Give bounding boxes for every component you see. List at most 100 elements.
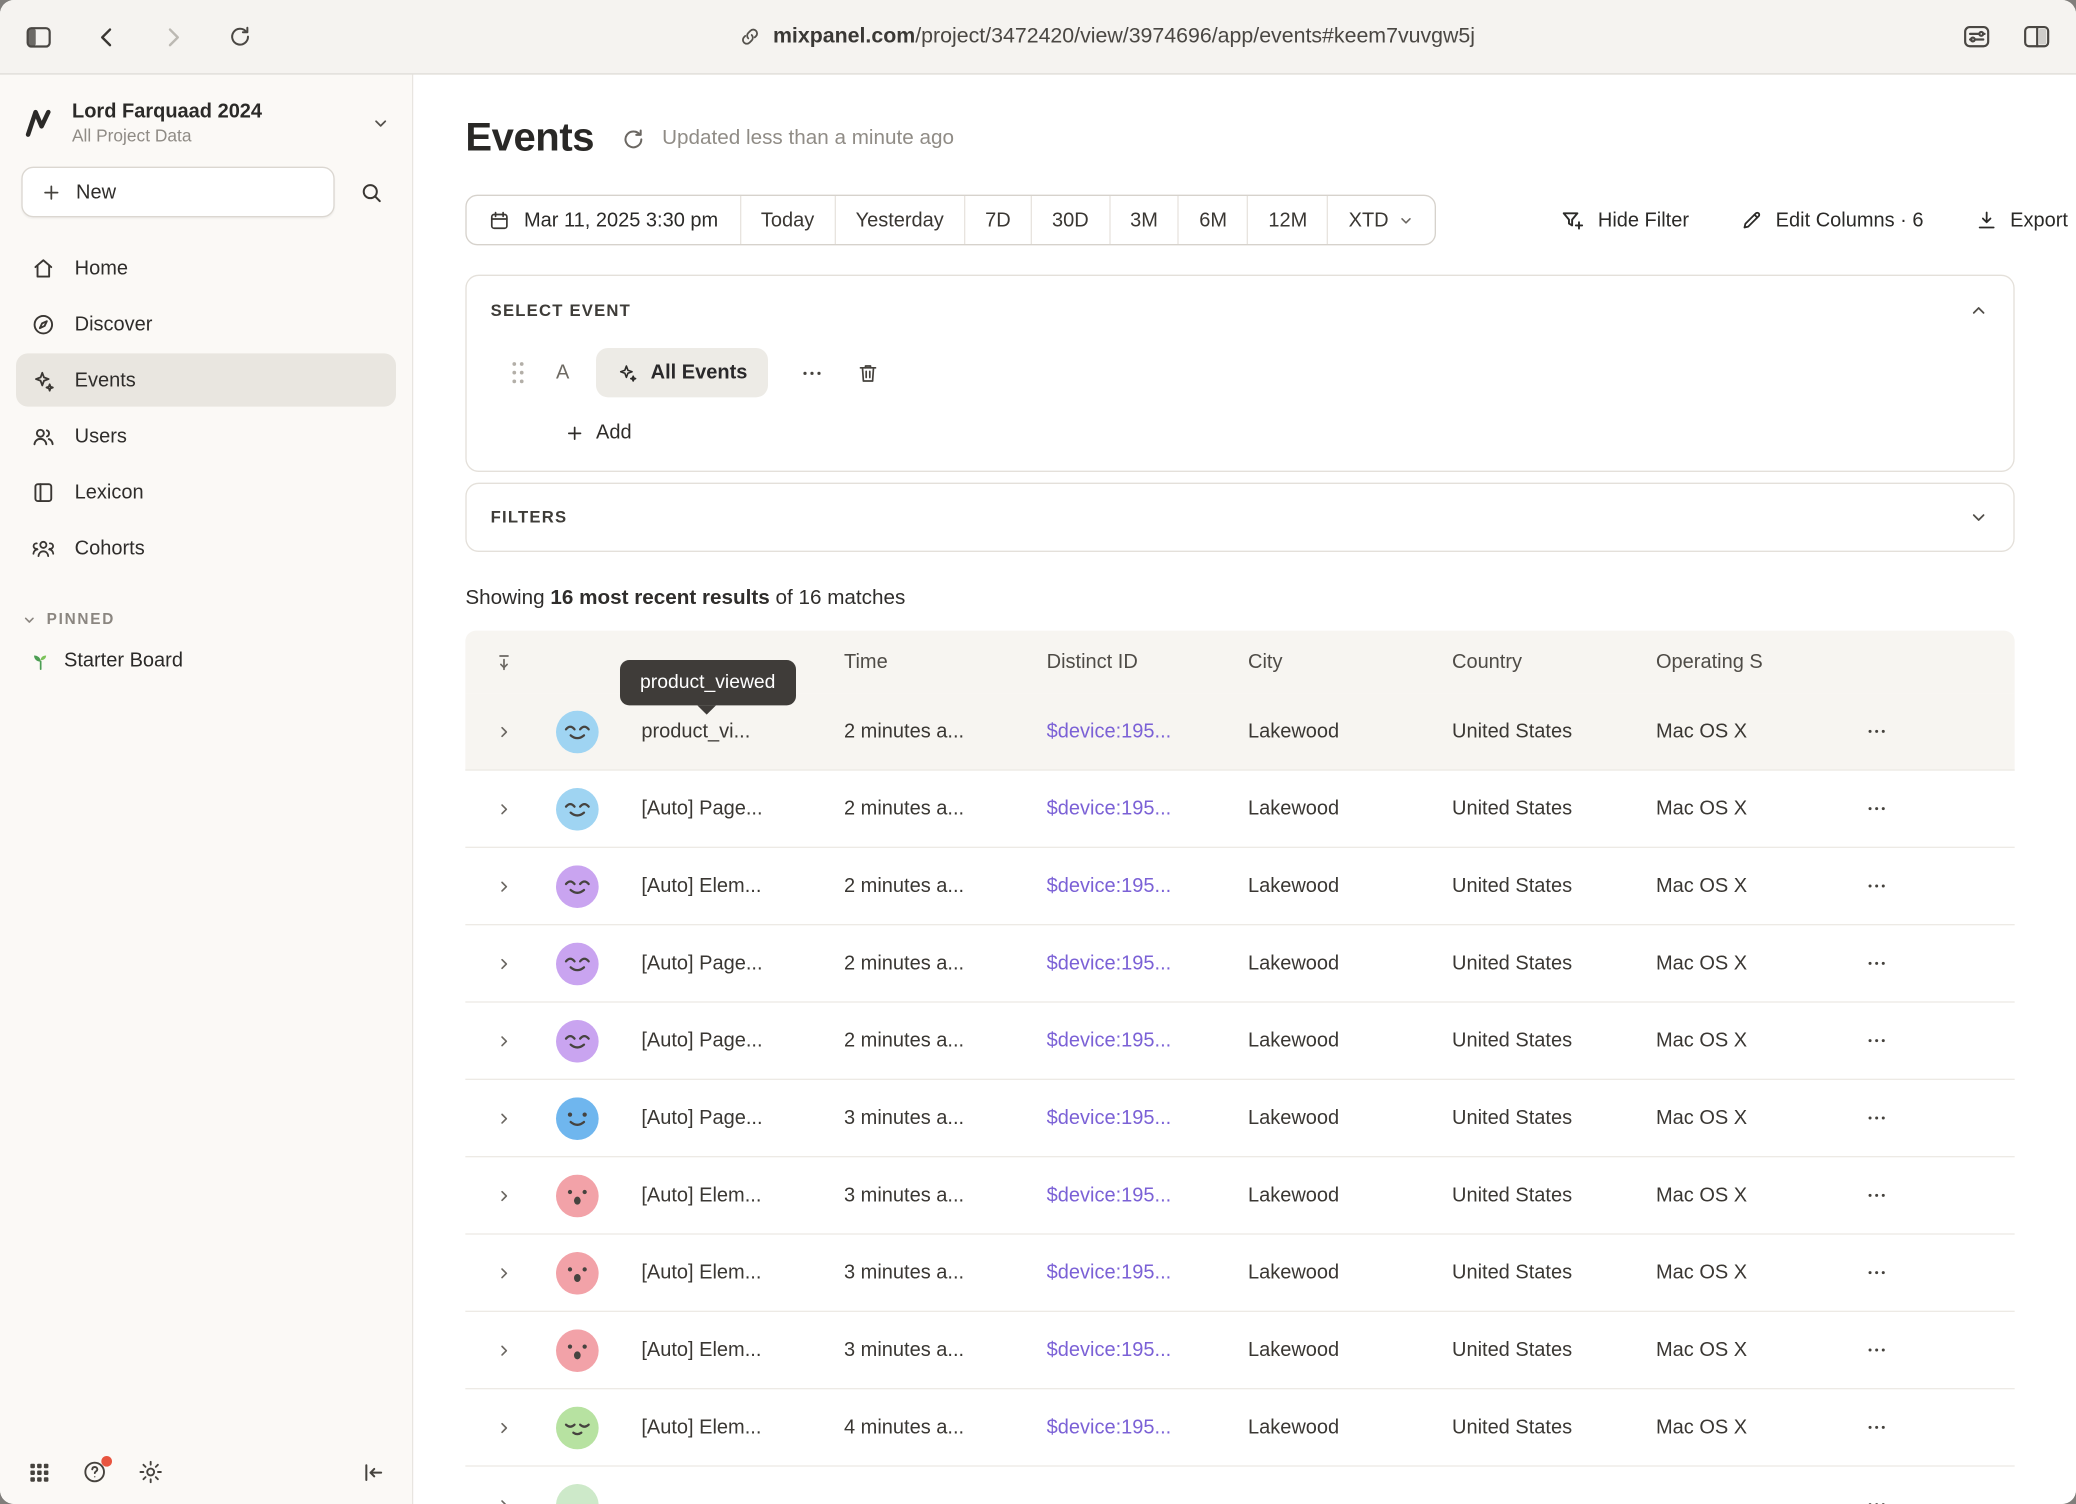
row-expand-chevron-icon[interactable]: [495, 1495, 514, 1504]
project-subtitle: All Project Data: [72, 125, 262, 145]
row-expand-chevron-icon[interactable]: [495, 1418, 514, 1437]
row-more-icon[interactable]: [1865, 720, 2014, 743]
row-expand-chevron-icon[interactable]: [495, 1186, 514, 1205]
help-icon[interactable]: [81, 1459, 108, 1486]
row-expand-chevron-icon[interactable]: [495, 954, 514, 973]
table-row[interactable]: [Auto] Elem... 3 minutes a... $device:19…: [465, 1312, 2014, 1389]
row-distinct-id-link[interactable]: $device:195...: [1044, 1261, 1245, 1284]
row-expand-chevron-icon[interactable]: [495, 1031, 514, 1050]
table-row[interactable]: [Auto] Page... 3 minutes a... $device:19…: [465, 1080, 2014, 1157]
range-xtd[interactable]: XTD: [1327, 196, 1435, 244]
gear-icon[interactable]: [137, 1459, 164, 1486]
range-3m[interactable]: 3M: [1109, 196, 1178, 244]
header-country: Country: [1449, 651, 1653, 674]
row-more-icon[interactable]: [1865, 1493, 2014, 1504]
sidebar-item-cohorts[interactable]: Cohorts: [16, 521, 396, 574]
page-settings-icon[interactable]: [1961, 21, 1992, 52]
table-row[interactable]: [Auto] Page... 2 minutes a... $device:19…: [465, 771, 2014, 848]
range-label: Today: [761, 209, 814, 232]
pinned-section-header[interactable]: PINNED: [0, 612, 412, 628]
sidebar-item-events[interactable]: Events: [16, 353, 396, 406]
add-event-button[interactable]: Add: [565, 421, 1989, 444]
table-row[interactable]: [465, 1467, 2014, 1504]
range-label: XTD: [1349, 209, 1389, 232]
range-30d[interactable]: 30D: [1031, 196, 1109, 244]
row-more-icon[interactable]: [1865, 1029, 2014, 1052]
sidebar-item-users[interactable]: Users: [16, 409, 396, 462]
row-expand-chevron-icon[interactable]: [495, 722, 514, 741]
table-row[interactable]: [Auto] Elem... 3 minutes a... $device:19…: [465, 1235, 2014, 1312]
sidebar-item-label: Lexicon: [75, 481, 144, 504]
edit-columns-button[interactable]: Edit Columns · 6: [1740, 208, 1924, 232]
sidebar-item-home[interactable]: Home: [16, 241, 396, 294]
reload-button-icon[interactable]: [227, 24, 252, 49]
date-picker-button[interactable]: Mar 11, 2025 3:30 pm: [467, 196, 740, 244]
range-12m[interactable]: 12M: [1247, 196, 1327, 244]
table-row[interactable]: [Auto] Elem... 4 minutes a... $device:19…: [465, 1389, 2014, 1466]
row-more-icon[interactable]: [1865, 797, 2014, 820]
sidebar-item-discover[interactable]: Discover: [16, 297, 396, 350]
row-avatar: [556, 942, 599, 985]
row-event-name: [Auto] Elem...: [628, 875, 841, 898]
row-more-icon[interactable]: [1865, 875, 2014, 898]
row-event-name: [Auto] Page...: [628, 797, 841, 820]
row-distinct-id-link[interactable]: $device:195...: [1044, 1184, 1245, 1207]
chevron-down-icon[interactable]: [1968, 507, 1989, 528]
row-expand-chevron-icon[interactable]: [495, 1341, 514, 1360]
range-yesterday[interactable]: Yesterday: [834, 196, 964, 244]
delete-event-icon[interactable]: [855, 361, 879, 385]
all-events-selector-button[interactable]: All Events: [596, 348, 767, 397]
row-event-name: [Auto] Elem...: [628, 1184, 841, 1207]
hide-filter-button[interactable]: Hide Filter: [1561, 207, 1689, 232]
refresh-icon[interactable]: [619, 126, 644, 151]
table-row[interactable]: [Auto] Page... 2 minutes a... $device:19…: [465, 1003, 2014, 1080]
row-distinct-id-link[interactable]: $device:195...: [1044, 875, 1245, 898]
export-button[interactable]: Export: [1974, 208, 2068, 232]
event-more-options-icon[interactable]: [799, 361, 823, 385]
range-today[interactable]: Today: [740, 196, 835, 244]
table-row[interactable]: [Auto] Page... 2 minutes a... $device:19…: [465, 925, 2014, 1002]
filters-title: FILTERS: [491, 508, 568, 527]
row-distinct-id-link[interactable]: $device:195...: [1044, 1416, 1245, 1439]
range-6m[interactable]: 6M: [1178, 196, 1247, 244]
row-country: United States: [1449, 797, 1653, 820]
row-distinct-id-link[interactable]: $device:195...: [1044, 1339, 1245, 1362]
row-more-icon[interactable]: [1865, 1184, 2014, 1207]
range-7d[interactable]: 7D: [964, 196, 1031, 244]
row-distinct-id-link[interactable]: $device:195...: [1044, 720, 1245, 743]
browser-sidebar-toggle-icon[interactable]: [24, 22, 53, 51]
row-distinct-id-link[interactable]: $device:195...: [1044, 797, 1245, 820]
row-more-icon[interactable]: [1865, 952, 2014, 975]
project-switcher[interactable]: Lord Farquaad 2024 All Project Data: [0, 75, 412, 162]
row-more-icon[interactable]: [1865, 1261, 2014, 1284]
new-button[interactable]: New: [21, 167, 334, 218]
updated-status-text: Updated less than a minute ago: [662, 127, 954, 151]
row-country: United States: [1449, 875, 1653, 898]
row-more-icon[interactable]: [1865, 1416, 2014, 1439]
collapse-sidebar-icon[interactable]: [360, 1459, 385, 1484]
sidebar-item-lexicon[interactable]: Lexicon: [16, 465, 396, 518]
drag-handle-icon[interactable]: [509, 359, 526, 387]
chevron-up-icon[interactable]: [1968, 300, 1989, 321]
row-expand-chevron-icon[interactable]: [495, 1263, 514, 1282]
table-row[interactable]: [Auto] Elem... 3 minutes a... $device:19…: [465, 1157, 2014, 1234]
row-more-icon[interactable]: [1865, 1107, 2014, 1130]
split-view-icon[interactable]: [2021, 21, 2052, 52]
row-expand-chevron-icon[interactable]: [495, 877, 514, 896]
table-row[interactable]: [Auto] Elem... 2 minutes a... $device:19…: [465, 848, 2014, 925]
forward-button-icon[interactable]: [160, 23, 187, 50]
row-distinct-id-link[interactable]: $device:195...: [1044, 952, 1245, 975]
apps-grid-icon[interactable]: [27, 1459, 52, 1484]
row-distinct-id-link[interactable]: $device:195...: [1044, 1029, 1245, 1052]
url-field[interactable]: mixpanel.com/project/3472420/view/397469…: [252, 25, 1961, 49]
edit-columns-label: Edit Columns · 6: [1776, 209, 1924, 232]
sidebar-item-starter-board[interactable]: Starter Board: [0, 649, 412, 672]
row-expand-chevron-icon[interactable]: [495, 1109, 514, 1128]
row-distinct-id-link[interactable]: $device:195...: [1044, 1107, 1245, 1130]
collapse-rows-icon[interactable]: [465, 651, 542, 672]
back-button-icon[interactable]: [93, 23, 120, 50]
search-button[interactable]: [345, 167, 396, 218]
row-more-icon[interactable]: [1865, 1339, 2014, 1362]
sidebar-item-label: Home: [75, 257, 128, 280]
row-expand-chevron-icon[interactable]: [495, 799, 514, 818]
